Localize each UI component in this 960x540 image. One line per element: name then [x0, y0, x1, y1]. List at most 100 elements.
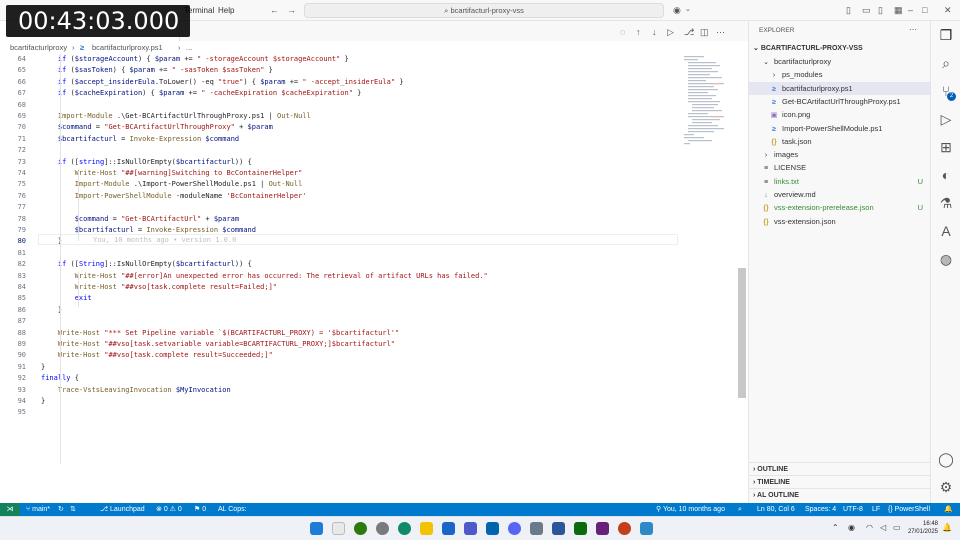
al-cops-status[interactable]: AL Cops:	[218, 503, 247, 516]
tray-chevron-icon[interactable]: ⌃	[832, 523, 839, 532]
line-number[interactable]: 78	[0, 214, 26, 225]
toggle-secondary-sidebar-icon[interactable]: ▯	[878, 4, 883, 16]
wifi-icon[interactable]: ◠	[866, 523, 873, 532]
editor-scrollbar[interactable]	[738, 268, 746, 398]
word-icon[interactable]	[552, 522, 565, 535]
powerpoint-icon[interactable]	[618, 522, 631, 535]
more-actions-icon[interactable]: ⋯	[716, 26, 725, 38]
maximize-icon[interactable]: □	[922, 4, 927, 16]
code-line[interactable]: $command = "Get-BCArtifactUrl" + $param	[41, 214, 239, 225]
info-indicator[interactable]: ⚑ 0	[194, 503, 206, 516]
account-icon[interactable]: ◯	[937, 450, 955, 468]
forward-arrow-icon[interactable]: →	[287, 4, 296, 16]
file-explorer-icon[interactable]	[420, 522, 433, 535]
extensions-icon[interactable]: ⊞	[937, 138, 955, 156]
line-number[interactable]: 88	[0, 328, 26, 339]
code-line[interactable]: }	[41, 236, 62, 247]
back-arrow-icon[interactable]: ←	[270, 4, 279, 16]
line-number[interactable]: 65	[0, 65, 26, 76]
minimize-icon[interactable]: –	[908, 4, 913, 16]
line-number[interactable]: 95	[0, 407, 26, 418]
menu-help[interactable]: Help	[218, 6, 234, 15]
minimap[interactable]	[682, 54, 738, 154]
code-line[interactable]: }	[41, 396, 45, 407]
more-actions-icon[interactable]: ⋯	[909, 25, 917, 34]
branch-indicator[interactable]: ⑂ main*	[26, 503, 50, 516]
line-number[interactable]: 79	[0, 225, 26, 236]
problems-indicator[interactable]: ⊗ 0 ⚠ 0	[156, 503, 182, 516]
line-number[interactable]: 86	[0, 305, 26, 316]
line-number[interactable]: 92	[0, 373, 26, 384]
tree-item[interactable]: ≡ links.txt U	[749, 175, 931, 188]
line-number[interactable]: 84	[0, 282, 26, 293]
copilot-icon[interactable]: ◉	[673, 4, 681, 16]
toggle-panel-icon[interactable]: ▭	[862, 4, 871, 16]
line-number[interactable]: 87	[0, 316, 26, 327]
line-number[interactable]: 89	[0, 339, 26, 350]
code-line[interactable]: if ([string]::IsNullOrEmpty($bcartifactu…	[41, 157, 252, 168]
remote-explorer-icon[interactable]: ◍	[937, 250, 955, 268]
language-mode[interactable]: {} PowerShell	[888, 503, 930, 516]
git-compare-icon[interactable]: ◌	[620, 26, 625, 38]
line-number[interactable]: 91	[0, 362, 26, 373]
line-number[interactable]: 70	[0, 122, 26, 133]
tree-item[interactable]: {} task.json	[749, 135, 931, 148]
line-number[interactable]: 85	[0, 293, 26, 304]
windows-start-icon[interactable]	[310, 522, 323, 535]
code-line[interactable]: $command = "Get-BCArtifactUrlThroughProx…	[41, 122, 273, 133]
go-next-change-icon[interactable]: ↓	[652, 26, 657, 38]
tree-item[interactable]: ≡ LICENSE	[749, 161, 931, 174]
open-changes-icon[interactable]: ⎇	[684, 26, 694, 38]
code-line[interactable]: Write-Host "##[warning]Switching to BcCo…	[41, 168, 303, 179]
azure-icon[interactable]: A	[937, 222, 955, 240]
line-number[interactable]: 66	[0, 77, 26, 88]
discord-icon[interactable]	[508, 522, 521, 535]
indentation[interactable]: Spaces: 4	[805, 503, 836, 516]
line-number[interactable]: 77	[0, 202, 26, 213]
explorer-root-folder[interactable]: ⌄ BCARTIFACTURL-PROXY-VSS	[749, 42, 931, 55]
gear-icon[interactable]: ⚙	[937, 478, 955, 496]
line-number[interactable]: 68	[0, 100, 26, 111]
git-blame-status[interactable]: ⚲ You, 10 months ago	[656, 503, 725, 516]
testing-icon[interactable]: ⚗	[937, 194, 955, 212]
browser-icon[interactable]	[376, 522, 389, 535]
volume-icon[interactable]: ◁	[880, 523, 886, 532]
line-number[interactable]: 93	[0, 385, 26, 396]
code-line[interactable]: $bcartifacturl = Invoke-Expression $comm…	[41, 225, 256, 236]
code-line[interactable]: Write-Host "*** Set Pipeline variable `$…	[41, 328, 399, 339]
cursor-position[interactable]: Ln 80, Col 6	[757, 503, 795, 516]
tree-item[interactable]: ▣ icon.png	[749, 108, 931, 121]
breadcrumb-file[interactable]: bcartifacturlproxy.ps1	[92, 43, 163, 52]
task-view-icon[interactable]	[332, 522, 345, 535]
line-number[interactable]: 90	[0, 350, 26, 361]
app-icon-2[interactable]	[640, 522, 653, 535]
code-line[interactable]: if ($storageAccount) { $param += " -stor…	[41, 54, 349, 65]
tree-item[interactable]: ↓ overview.md	[749, 188, 931, 201]
command-center-search[interactable]: ⌕ bcartifacturl-proxy-vss	[304, 3, 664, 18]
line-number[interactable]: 73	[0, 157, 26, 168]
code-line[interactable]: if ([String]::IsNullOrEmpty($bcartifactu…	[41, 259, 252, 270]
close-icon[interactable]: ✕	[944, 4, 952, 16]
launchpad-button[interactable]: ⎇ Launchpad	[100, 503, 145, 516]
battery-icon[interactable]: ▭	[893, 523, 901, 532]
tray-app-icon[interactable]: ◉	[848, 523, 855, 532]
edge-icon[interactable]	[398, 522, 411, 535]
gitlens-icon[interactable]: ◐	[937, 166, 955, 184]
run-debug-icon[interactable]: ▷	[937, 110, 955, 128]
tree-item[interactable]: ≥ bcartifacturlproxy.ps1	[749, 81, 931, 95]
tree-item[interactable]: ⌄ bcartifacturlproxy	[749, 55, 931, 68]
code-line[interactable]: Import-Module .\Get-BCArtifactUrlThrough…	[41, 111, 311, 122]
sync-icon[interactable]: ↻	[58, 503, 64, 516]
code-line[interactable]: Trace-VstsLeavingInvocation $MyInvocatio…	[41, 385, 231, 396]
line-number[interactable]: 72	[0, 145, 26, 156]
line-number[interactable]: 69	[0, 111, 26, 122]
run-icon[interactable]: ▷	[667, 26, 674, 38]
tree-item[interactable]: › images	[749, 148, 931, 161]
outlook-icon[interactable]	[442, 522, 455, 535]
vscode-taskbar-icon[interactable]	[486, 522, 499, 535]
split-editor-icon[interactable]: ◫	[700, 26, 709, 38]
section-al-outline[interactable]: › AL OUTLINE	[749, 488, 931, 501]
code-line[interactable]: }	[41, 305, 62, 316]
publish-icon[interactable]: ⇅	[70, 503, 76, 516]
code-line[interactable]: Write-Host "##[error]An unexpected error…	[41, 271, 488, 282]
